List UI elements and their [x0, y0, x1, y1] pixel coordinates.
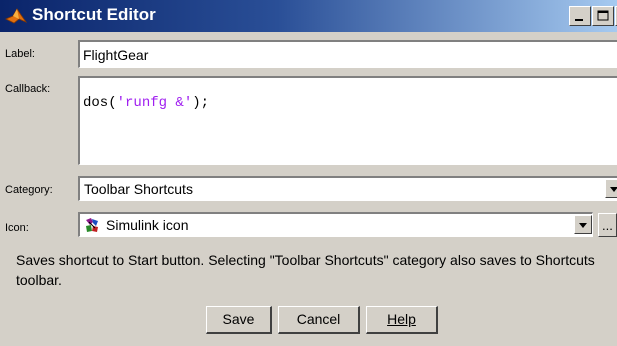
label-caption: Label: [5, 48, 35, 60]
category-select-value: Toolbar Shortcuts [84, 181, 193, 197]
maximize-button[interactable] [592, 6, 614, 26]
save-button[interactable]: Save [206, 306, 272, 334]
browse-icon-button-label: ... [602, 218, 613, 233]
cancel-button[interactable]: Cancel [278, 306, 360, 334]
title-bar[interactable]: Shortcut Editor [0, 0, 617, 32]
callback-editor[interactable]: dos('runfg &'); [78, 76, 617, 165]
window-title: Shortcut Editor [32, 5, 156, 24]
matlab-logo-icon [5, 8, 27, 24]
browse-icon-button[interactable]: ... [598, 213, 617, 237]
minimize-icon [575, 19, 583, 21]
chevron-down-icon [610, 187, 617, 192]
help-button[interactable]: Help [366, 306, 438, 334]
icon-select[interactable]: Simulink icon [78, 212, 593, 237]
label-field[interactable]: FlightGear [78, 40, 617, 68]
category-select[interactable]: Toolbar Shortcuts [78, 176, 617, 201]
icon-dropdown-button[interactable] [574, 215, 592, 234]
category-caption: Category: [5, 184, 53, 196]
description-text: Saves shortcut to Start button. Selectin… [16, 252, 595, 288]
callback-code-prefix: dos( [83, 95, 117, 111]
callback-code-suffix: ); [192, 95, 210, 111]
callback-code: dos('runfg &'); [83, 95, 209, 111]
simulink-icon [84, 217, 100, 233]
category-dropdown-button[interactable] [605, 179, 617, 198]
icon-select-value: Simulink icon [106, 217, 189, 233]
minimize-button[interactable] [569, 6, 591, 26]
chevron-down-icon [579, 223, 587, 228]
callback-code-string: 'runfg &' [116, 95, 193, 111]
label-field-value: FlightGear [83, 47, 149, 63]
icon-caption: Icon: [5, 222, 29, 234]
maximize-icon [597, 10, 609, 21]
callback-caption: Callback: [5, 83, 51, 95]
shortcut-editor-window: Shortcut Editor Label: FlightGear Callba… [0, 0, 617, 346]
